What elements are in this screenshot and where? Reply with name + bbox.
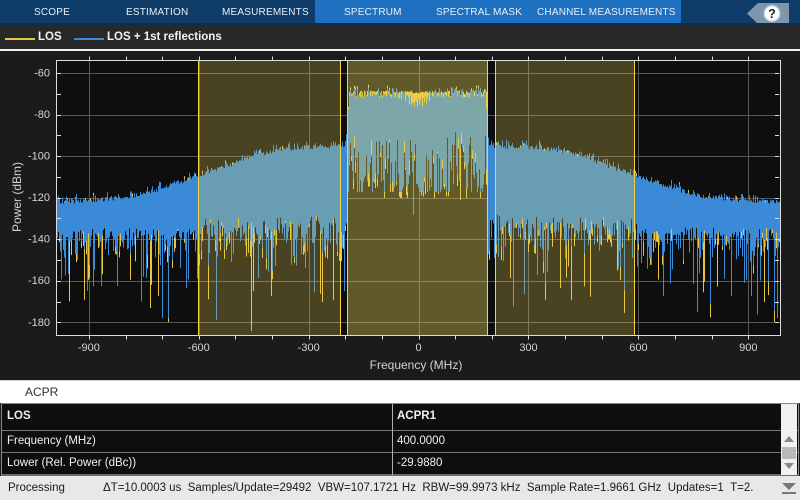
svg-text:Power (dBm): Power (dBm) bbox=[10, 162, 24, 232]
svg-text:900: 900 bbox=[739, 342, 757, 354]
svg-text:-300: -300 bbox=[298, 342, 320, 354]
svg-text:?: ? bbox=[768, 7, 776, 21]
svg-text:Frequency (MHz): Frequency (MHz) bbox=[370, 358, 463, 372]
svg-text:-140: -140 bbox=[28, 234, 50, 246]
svg-text:-120: -120 bbox=[28, 192, 50, 204]
svg-text:-180: -180 bbox=[28, 317, 50, 329]
svg-text:-60: -60 bbox=[34, 68, 50, 80]
svg-text:600: 600 bbox=[629, 342, 647, 354]
svg-text:-160: -160 bbox=[28, 275, 50, 287]
svg-text:300: 300 bbox=[519, 342, 537, 354]
svg-text:0: 0 bbox=[416, 342, 422, 354]
svg-text:-80: -80 bbox=[34, 109, 50, 121]
svg-text:-100: -100 bbox=[28, 151, 50, 163]
svg-text:-900: -900 bbox=[78, 342, 100, 354]
svg-text:-600: -600 bbox=[188, 342, 210, 354]
